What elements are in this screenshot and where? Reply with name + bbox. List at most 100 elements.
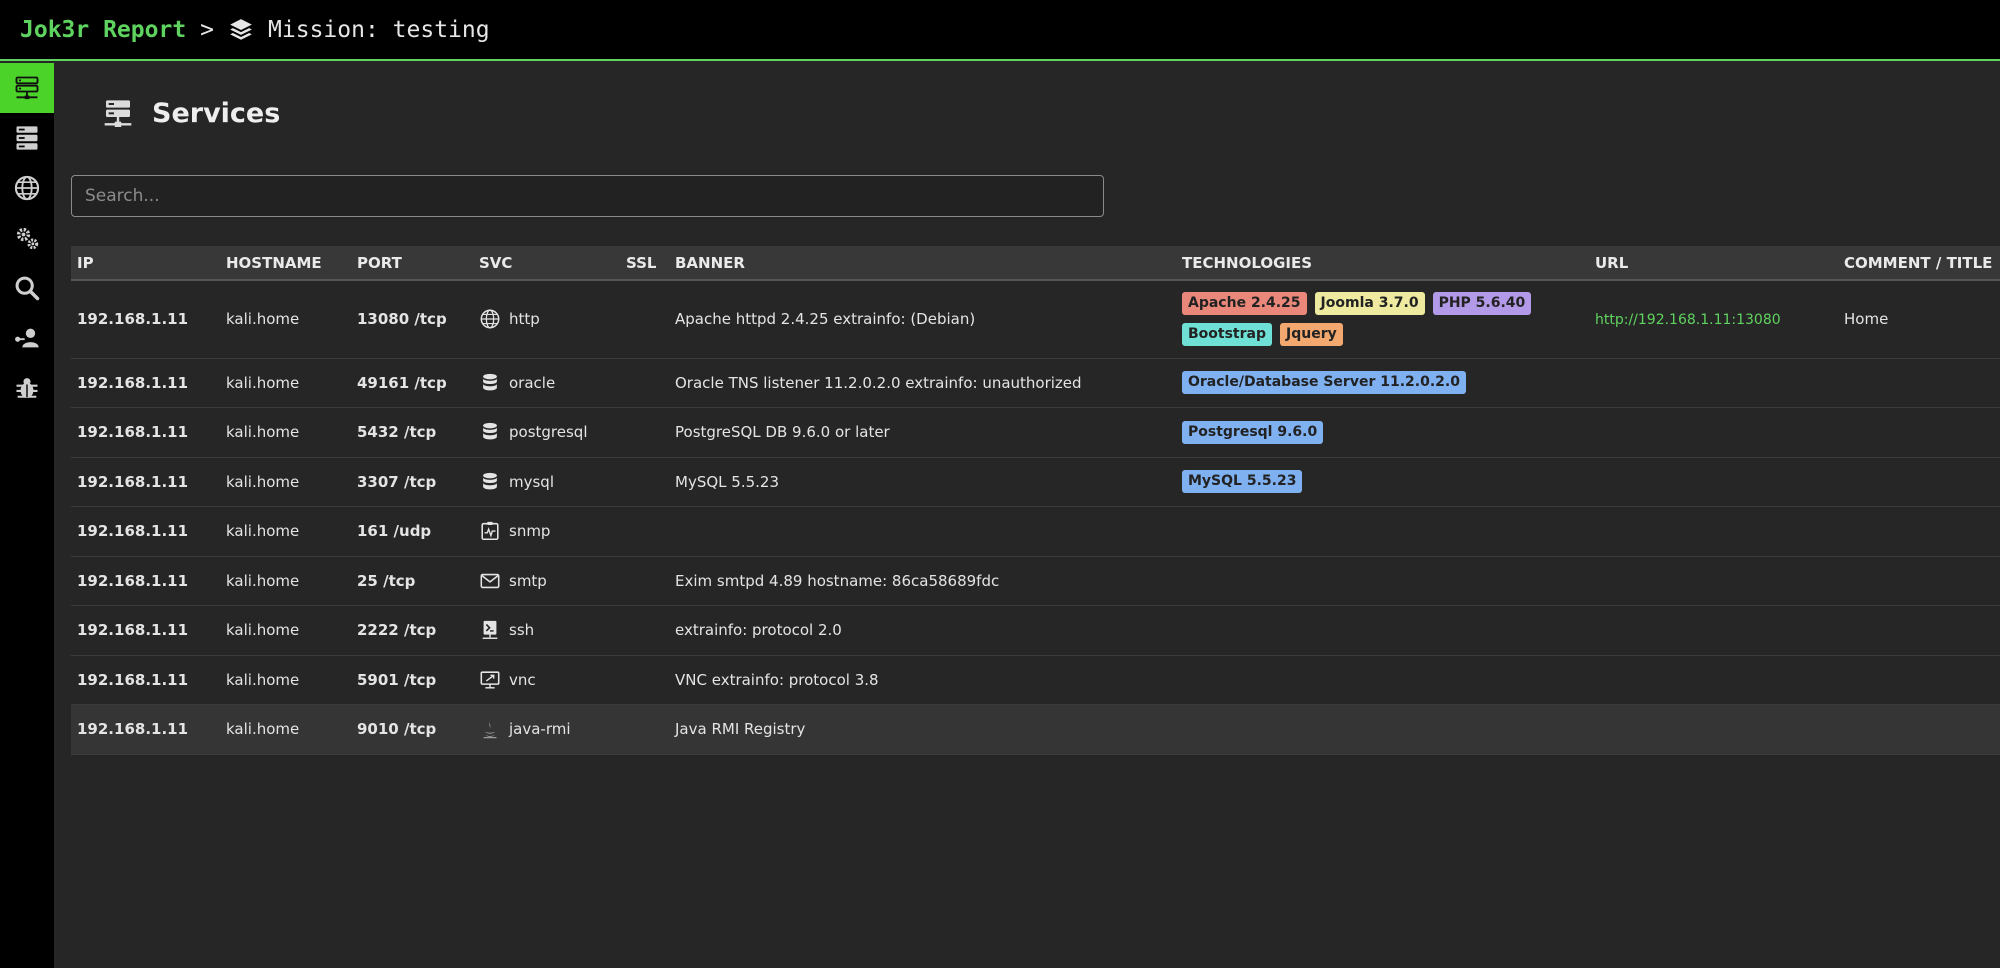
cell-ip: 192.168.1.11 (77, 720, 189, 739)
svc-name: http (509, 310, 540, 329)
monitor-heart-icon (481, 522, 499, 541)
cell-banner: Exim smtpd 4.89 hostname: 86ca58689fdc (675, 571, 1000, 590)
svc-name: smtp (509, 571, 547, 590)
cell-banner: extrainfo: protocol 2.0 (675, 621, 842, 640)
tech-badge: Oracle/Database Server 11.2.0.2.0 (1182, 371, 1466, 395)
globe-icon (480, 309, 500, 329)
column-header-technologies[interactable]: TECHNOLOGIES (1176, 246, 1589, 281)
column-header-ssl[interactable]: SSL (620, 246, 669, 281)
url-link[interactable]: http://192.168.1.11:13080 (1595, 312, 1781, 328)
cell-banner: MySQL 5.5.23 (675, 472, 779, 491)
column-header-banner[interactable]: BANNER (669, 246, 1176, 281)
table-row[interactable]: 192.168.1.11 kali.home 3307 /tcp mysql M… (71, 457, 2000, 507)
terminal-icon (482, 621, 498, 640)
cell-svc: vnc (473, 655, 620, 705)
cell-url (1589, 606, 1838, 656)
cell-port: 3307 /tcp (357, 472, 437, 491)
column-header-ip[interactable]: IP (71, 246, 220, 281)
sidebar-item-credentials[interactable] (0, 313, 54, 363)
sidebar-item-vulns[interactable] (0, 363, 54, 413)
table-row[interactable]: 192.168.1.11 kali.home 161 /udp snmp (71, 507, 2000, 557)
tech-badge: Postgresql 9.6.0 (1182, 420, 1324, 444)
network-icon (104, 100, 132, 127)
remote-desktop-icon (480, 671, 500, 689)
cell-technologies: Postgresql 9.6.0 (1176, 408, 1589, 458)
main-content: Services IP HOSTNAME PORT SVC SSL BANNER… (54, 63, 2000, 968)
table-row[interactable]: 192.168.1.11 kali.home 5901 /tcp vnc VNC… (71, 655, 2000, 705)
table-row[interactable]: 192.168.1.11 kali.home 49161 /tcp oracle… (71, 358, 2000, 408)
cell-banner: PostgreSQL DB 9.6.0 or later (675, 423, 890, 442)
network-icon (15, 76, 39, 100)
layers-icon (228, 17, 254, 43)
svc-name: java-rmi (509, 720, 571, 739)
svc-name: mysql (509, 472, 554, 491)
search-input[interactable] (71, 175, 1104, 217)
cell-comment (1838, 507, 2000, 557)
cell-port: 5432 /tcp (357, 423, 437, 442)
sidebar-item-hosts[interactable] (0, 113, 54, 163)
cell-comment (1838, 408, 2000, 458)
cell-hostname: kali.home (226, 423, 300, 442)
column-header-port[interactable]: PORT (351, 246, 473, 281)
cell-port: 161 /udp (357, 522, 432, 541)
table-row[interactable]: 192.168.1.11 kali.home 9010 /tcp java-rm… (71, 704, 2000, 755)
cell-ssl (620, 408, 669, 458)
tech-badge: MySQL 5.5.23 (1182, 470, 1303, 494)
database-icon (483, 423, 497, 440)
cell-technologies (1176, 655, 1589, 705)
mission-name: Mission: testing (268, 16, 490, 43)
table-row[interactable]: 192.168.1.11 kali.home 2222 /tcp ssh ext… (71, 606, 2000, 656)
sidebar-item-services[interactable] (0, 63, 54, 113)
sidebar-item-options[interactable] (0, 213, 54, 263)
cell-ip: 192.168.1.11 (77, 373, 189, 392)
cell-ip: 192.168.1.11 (77, 423, 189, 442)
cell-port: 2222 /tcp (357, 621, 437, 640)
tech-badge: Jquery (1280, 323, 1343, 347)
cell-hostname: kali.home (226, 621, 300, 640)
cell-ssl (620, 507, 669, 557)
table-header-row: IP HOSTNAME PORT SVC SSL BANNER TECHNOLO… (71, 246, 2000, 281)
sidebar-item-web[interactable] (0, 163, 54, 213)
cell-ip: 192.168.1.11 (77, 571, 189, 590)
cell-url (1589, 408, 1838, 458)
cell-comment (1838, 556, 2000, 606)
cell-svc: snmp (473, 507, 620, 557)
table-row[interactable]: 192.168.1.11 kali.home 5432 /tcp postgre… (71, 408, 2000, 458)
table-row[interactable]: 192.168.1.11 kali.home 13080 /tcp http A… (71, 280, 2000, 358)
users-icon (15, 328, 39, 348)
column-header-comment[interactable]: COMMENT / TITLE (1838, 246, 2000, 281)
database-icon (483, 472, 497, 490)
cell-hostname: kali.home (226, 720, 300, 739)
cell-svc: postgresql (473, 408, 620, 458)
column-header-svc[interactable]: SVC (473, 246, 620, 281)
cell-svc: ssh (473, 606, 620, 656)
database-icon (483, 373, 497, 391)
envelope-icon (480, 573, 500, 588)
tech-badge: PHP 5.6.40 (1432, 292, 1532, 316)
cell-ip: 192.168.1.11 (77, 522, 189, 541)
cell-hostname: kali.home (226, 571, 300, 590)
search-icon (15, 276, 40, 301)
table-row[interactable]: 192.168.1.11 kali.home 25 /tcp smtp Exim… (71, 556, 2000, 606)
column-header-url[interactable]: URL (1589, 246, 1838, 281)
cell-url: http://192.168.1.11:13080 (1589, 280, 1838, 358)
column-header-hostname[interactable]: HOSTNAME (220, 246, 351, 281)
services-table: IP HOSTNAME PORT SVC SSL BANNER TECHNOLO… (71, 246, 2000, 755)
breadcrumb-separator: > (200, 16, 215, 43)
cell-ssl (620, 358, 669, 408)
cell-ip: 192.168.1.11 (77, 310, 189, 329)
cell-comment (1838, 457, 2000, 507)
svc-name: vnc (509, 670, 536, 689)
sidebar (0, 63, 54, 968)
cell-svc: oracle (473, 358, 620, 408)
cell-ssl (620, 606, 669, 656)
cell-url (1589, 358, 1838, 408)
cell-comment (1838, 705, 2000, 755)
sidebar-item-search[interactable] (0, 263, 54, 313)
cell-url (1589, 457, 1838, 507)
cell-ssl (620, 457, 669, 507)
cell-ssl (620, 280, 669, 358)
cell-svc: mysql (473, 457, 620, 507)
brand-title[interactable]: Jok3r Report (20, 17, 186, 43)
page-header: Services (102, 97, 280, 129)
